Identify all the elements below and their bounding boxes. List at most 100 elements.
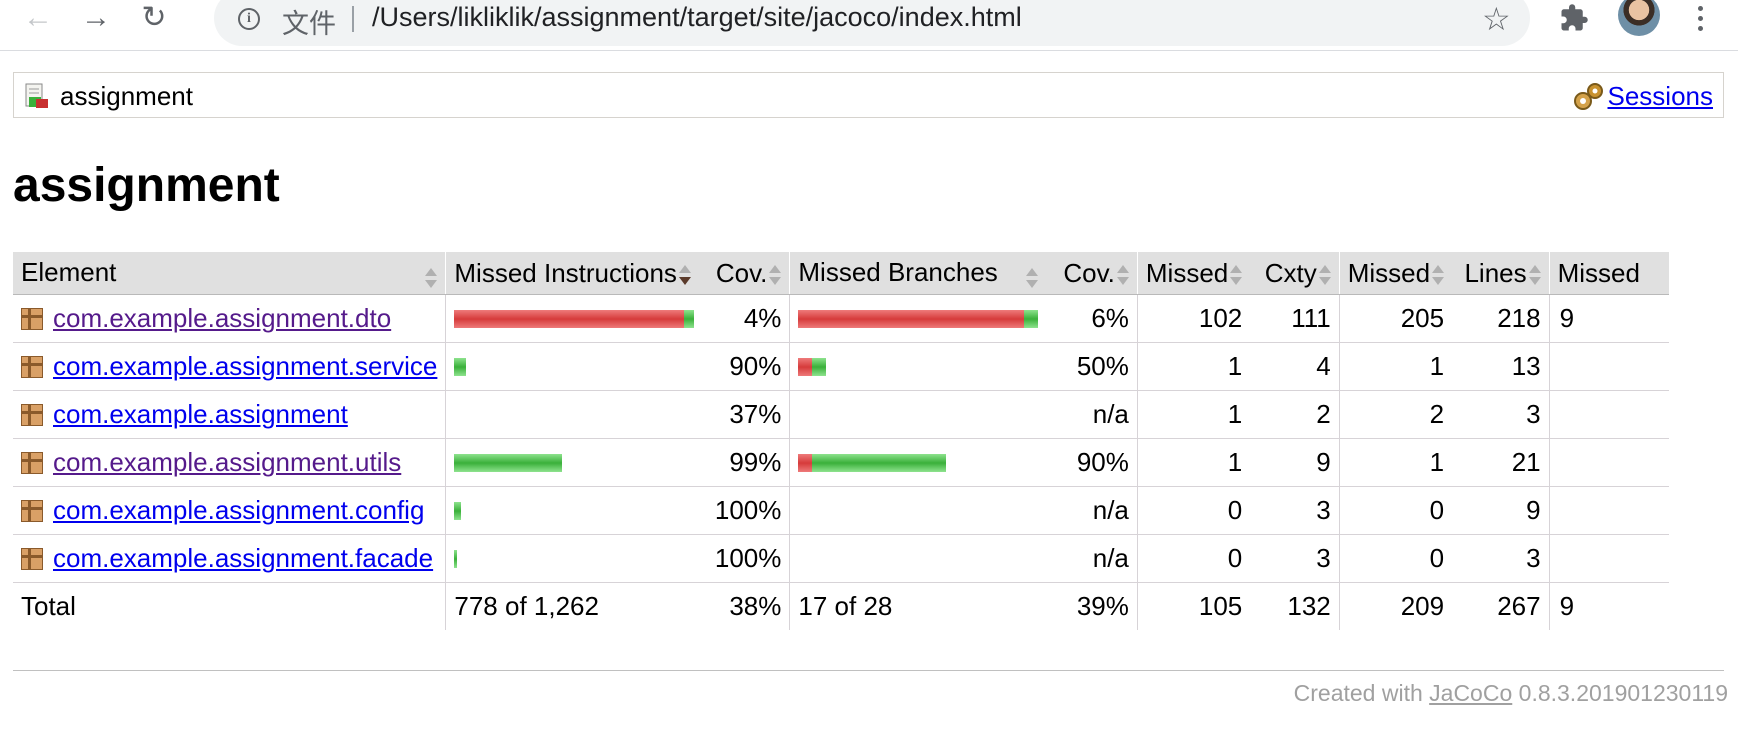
branches-coverage: n/a [1046,534,1138,583]
total-branches: 17 of 28 [789,582,1047,630]
footer-divider [13,670,1724,671]
total-missed-methods: 9 [1548,582,1670,630]
covered-segment [812,357,827,376]
missed-cxty-value: 0 [1136,534,1251,583]
covered-segment [1024,309,1039,328]
instructions-coverage: 4% [703,294,790,343]
footer-version: 0.8.3.201901230119 [1512,680,1728,706]
header-missed-lines-label: Missed [1347,257,1431,288]
missed-cxty-value: 1 [1136,390,1251,439]
missed-cxty-value: 1 [1136,438,1251,487]
sort-icon [1318,264,1331,286]
total-branches-coverage: 39% [1076,591,1129,621]
header-missed-branches-label: Missed Branches [798,257,998,287]
branches-coverage: n/a [1046,486,1138,535]
missed-methods-value [1548,438,1670,487]
header-missed-methods-label: Missed [1557,257,1640,288]
table-row: com.example.assignment.config 100% n/a 0… [13,486,1670,535]
instructions-bar-cell [445,294,704,343]
cxty-value: 2 [1250,390,1340,439]
header-missed-methods[interactable]: Missed [1548,252,1670,295]
header-cxty-label: Cxty [1264,257,1317,288]
instructions-bar [454,501,696,520]
covered-segment [812,453,947,472]
missed-segment [454,309,685,328]
footer-prefix: Created with [1293,680,1430,706]
branches-coverage: 90% [1046,438,1138,487]
branches-bar-cell [789,390,1047,439]
header-missed-instructions-label: Missed Instructions [454,257,677,288]
instructions-bar [454,309,696,328]
header-branch-cov[interactable]: Cov. [1046,252,1138,295]
header-element[interactable]: Element [13,252,446,295]
total-missed-lines: 209 [1338,582,1453,630]
branches-bar [798,406,1038,424]
missed-lines-value: 0 [1338,486,1453,535]
sort-desc-icon [678,264,691,286]
header-lines[interactable]: Lines [1452,252,1550,295]
instructions-bar-cell [445,390,704,439]
missed-segment [798,357,813,376]
package-link[interactable]: com.example.assignment [53,399,348,430]
package-icon [21,499,43,522]
cxty-value: 111 [1250,294,1340,343]
branches-bar [798,357,1038,376]
header-missed-instructions[interactable]: Missed Instructions [445,252,704,295]
header-missed-lines[interactable]: Missed [1338,252,1453,295]
header-instr-cov-label: Cov. [715,257,768,288]
total-missed-cxty: 105 [1136,582,1251,630]
table-row: com.example.assignment 37% n/a 1 2 2 3 [13,390,1670,439]
missed-segment [798,309,1025,328]
instructions-coverage: 100% [703,534,790,583]
jacoco-link[interactable]: JaCoCo [1429,680,1512,706]
cxty-value: 9 [1250,438,1340,487]
missed-lines-value: 0 [1338,534,1453,583]
instructions-bar-cell [445,486,704,535]
package-link[interactable]: com.example.assignment.utils [53,447,401,478]
branches-bar-cell [789,438,1047,487]
sort-icon [1026,267,1039,289]
header-instr-cov[interactable]: Cov. [703,252,790,295]
instructions-coverage: 99% [703,438,790,487]
lines-value: 3 [1452,390,1550,439]
total-row: Total 778 of 1,262 38% 17 of 28 39% 105 … [13,582,1670,630]
branches-bar-cell [789,486,1047,535]
missed-lines-value: 1 [1338,438,1453,487]
package-icon [21,547,43,570]
covered-segment [454,357,467,376]
lines-value: 9 [1452,486,1550,535]
total-cxty: 132 [1287,591,1331,621]
package-link[interactable]: com.example.assignment.service [53,351,437,382]
missed-lines-value: 205 [1338,294,1453,343]
element-cell: com.example.assignment.facade [13,534,446,583]
element-cell: com.example.assignment.utils [13,438,446,487]
package-link[interactable]: com.example.assignment.dto [53,303,391,334]
branches-bar-cell [789,342,1047,391]
sort-icon [1528,264,1541,286]
sort-icon [425,267,438,289]
element-cell: com.example.assignment.service [13,342,446,391]
branches-bar [798,453,1038,472]
branches-bar-cell [789,294,1047,343]
missed-methods-value [1548,534,1670,583]
header-missed-branches[interactable]: Missed Branches [789,252,1047,295]
package-link[interactable]: com.example.assignment.facade [53,543,433,574]
covered-segment [454,549,458,568]
lines-value: 3 [1452,534,1550,583]
package-link[interactable]: com.example.assignment.config [53,495,424,526]
package-icon [21,403,43,426]
package-icon [21,451,43,474]
covered-segment [454,501,462,520]
instructions-coverage: 37% [703,390,790,439]
branches-bar-cell [789,534,1047,583]
lines-value: 21 [1452,438,1550,487]
instructions-bar [454,453,696,472]
table-clip: Element Missed Instructions Cov. Missed … [0,0,1738,730]
header-missed-cxty[interactable]: Missed [1136,252,1251,295]
header-cxty[interactable]: Cxty [1250,252,1340,295]
instructions-bar [454,549,696,568]
header-branch-cov-label: Cov. [1063,257,1115,288]
lines-value: 13 [1452,342,1550,391]
branches-bar [798,502,1038,520]
instructions-bar [454,406,696,424]
